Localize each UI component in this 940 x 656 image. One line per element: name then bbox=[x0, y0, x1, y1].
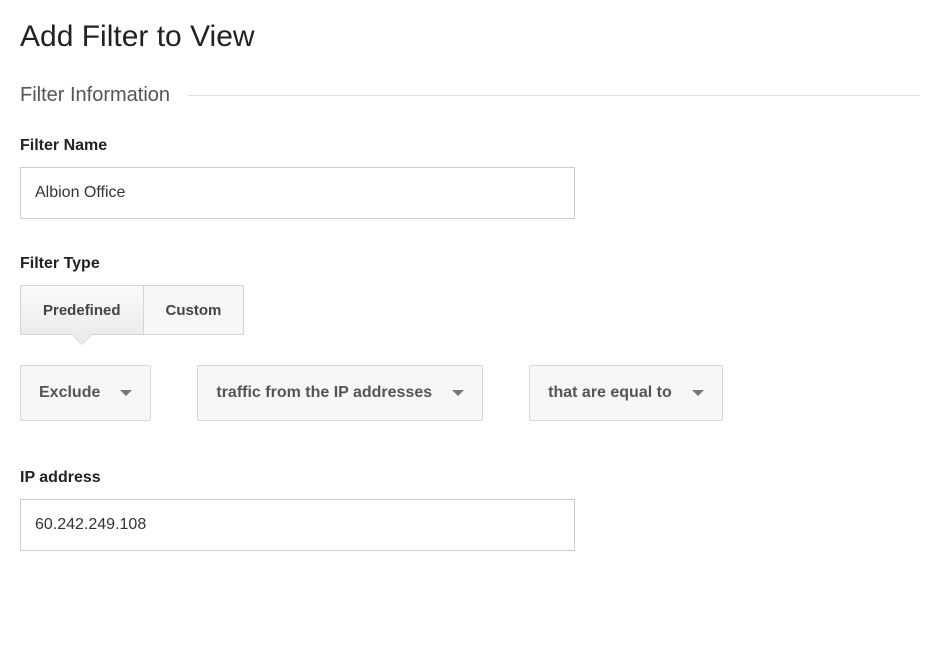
section-heading: Filter Information bbox=[20, 84, 920, 107]
dropdown-match[interactable]: that are equal to bbox=[529, 365, 723, 421]
filter-name-input[interactable] bbox=[20, 167, 575, 219]
filter-name-block: Filter Name bbox=[20, 137, 920, 219]
tab-predefined-label: Predefined bbox=[43, 302, 121, 319]
tab-custom[interactable]: Custom bbox=[144, 285, 245, 335]
chevron-down-icon bbox=[692, 390, 704, 396]
dropdown-match-text: that are equal to bbox=[548, 384, 672, 402]
filter-name-label: Filter Name bbox=[20, 137, 920, 155]
chevron-down-icon bbox=[120, 390, 132, 396]
dropdown-source[interactable]: traffic from the IP addresses bbox=[197, 365, 483, 421]
section-divider bbox=[188, 95, 920, 96]
section-heading-text: Filter Information bbox=[20, 84, 170, 107]
filter-dropdown-row: Exclude traffic from the IP addresses th… bbox=[20, 365, 920, 421]
filter-type-block: Filter Type Predefined Custom Exclude tr… bbox=[20, 255, 920, 421]
filter-type-label: Filter Type bbox=[20, 255, 920, 273]
dropdown-source-text: traffic from the IP addresses bbox=[216, 384, 432, 402]
tab-custom-label: Custom bbox=[166, 302, 222, 319]
page-title: Add Filter to View bbox=[20, 20, 920, 54]
ip-address-input[interactable] bbox=[20, 499, 575, 551]
chevron-down-icon bbox=[452, 390, 464, 396]
tab-arrow bbox=[72, 334, 92, 344]
filter-type-toggle-group: Predefined Custom bbox=[20, 285, 920, 335]
ip-address-label: IP address bbox=[20, 469, 920, 487]
ip-address-block: IP address bbox=[20, 469, 920, 551]
tab-predefined[interactable]: Predefined bbox=[20, 285, 144, 335]
dropdown-action-text: Exclude bbox=[39, 384, 100, 402]
dropdown-action[interactable]: Exclude bbox=[20, 365, 151, 421]
